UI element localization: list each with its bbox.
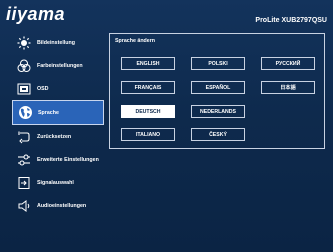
reset-icon <box>16 129 32 145</box>
speaker-icon <box>16 198 32 214</box>
color-circles-icon <box>16 58 32 74</box>
language-option-cesky[interactable]: ČESKÝ <box>191 128 245 141</box>
sidebar-item-label: Signalauswahl <box>37 179 74 186</box>
language-option-japanese[interactable]: 日本語 <box>261 81 315 94</box>
sidebar-item-label: Sprache <box>38 109 59 116</box>
globe-icon <box>17 105 33 121</box>
panel-title: Sprache ändern <box>115 38 156 44</box>
sidebar-item-label: Bildeinstellung <box>37 39 75 46</box>
language-option-russian[interactable]: РУССКИЙ <box>261 57 315 70</box>
input-icon <box>16 175 32 191</box>
sidebar-item-label: Audioeinstellungen <box>37 202 87 209</box>
sidebar-item-bildeinstellung[interactable]: Bildeinstellung <box>12 31 104 54</box>
language-option-english[interactable]: ENGLISH <box>121 57 175 70</box>
sidebar-item-zuruecksetzen[interactable]: Zurücksetzen <box>12 125 104 148</box>
language-option-deutsch[interactable]: DEUTSCH <box>121 105 175 118</box>
language-panel: Sprache ändern ENGLISH POLSKI РУССКИЙ FR… <box>109 33 325 149</box>
sidebar-item-label: Farbeinstellungen <box>37 62 83 69</box>
sidebar-item-audioeinstellungen[interactable]: Audioeinstellungen <box>12 194 104 217</box>
sidebar-item-label: Erweiterte Einstellungen <box>37 156 99 163</box>
sidebar: Bildeinstellung Farbeinstellungen OSD Sp… <box>12 31 104 217</box>
osd-icon <box>16 81 32 97</box>
sliders-icon <box>16 152 32 168</box>
language-option-italiano[interactable]: ITALIANO <box>121 128 175 141</box>
sidebar-item-sprache[interactable]: Sprache <box>12 100 104 125</box>
language-option-francais[interactable]: FRANÇAIS <box>121 81 175 94</box>
sun-icon <box>16 35 32 51</box>
sidebar-item-signalauswahl[interactable]: Signalauswahl <box>12 171 104 194</box>
sidebar-item-osd[interactable]: OSD <box>12 77 104 100</box>
language-option-espanol[interactable]: ESPAÑOL <box>191 81 245 94</box>
sidebar-item-label: Zurücksetzen <box>37 133 72 140</box>
brand-logo: iiyama <box>6 4 66 24</box>
model-name: ProLite XUB2797QSU <box>255 17 327 24</box>
language-option-nederlands[interactable]: NEDERLANDS <box>191 105 245 118</box>
language-option-polski[interactable]: POLSKI <box>191 57 245 70</box>
sidebar-item-label: OSD <box>37 85 49 92</box>
sidebar-item-erweiterte-einstellungen[interactable]: Erweiterte Einstellungen <box>12 148 104 171</box>
sidebar-item-farbeinstellungen[interactable]: Farbeinstellungen <box>12 54 104 77</box>
osd-menu: iiyama ProLite XUB2797QSU Bildeinstellun… <box>0 0 333 252</box>
